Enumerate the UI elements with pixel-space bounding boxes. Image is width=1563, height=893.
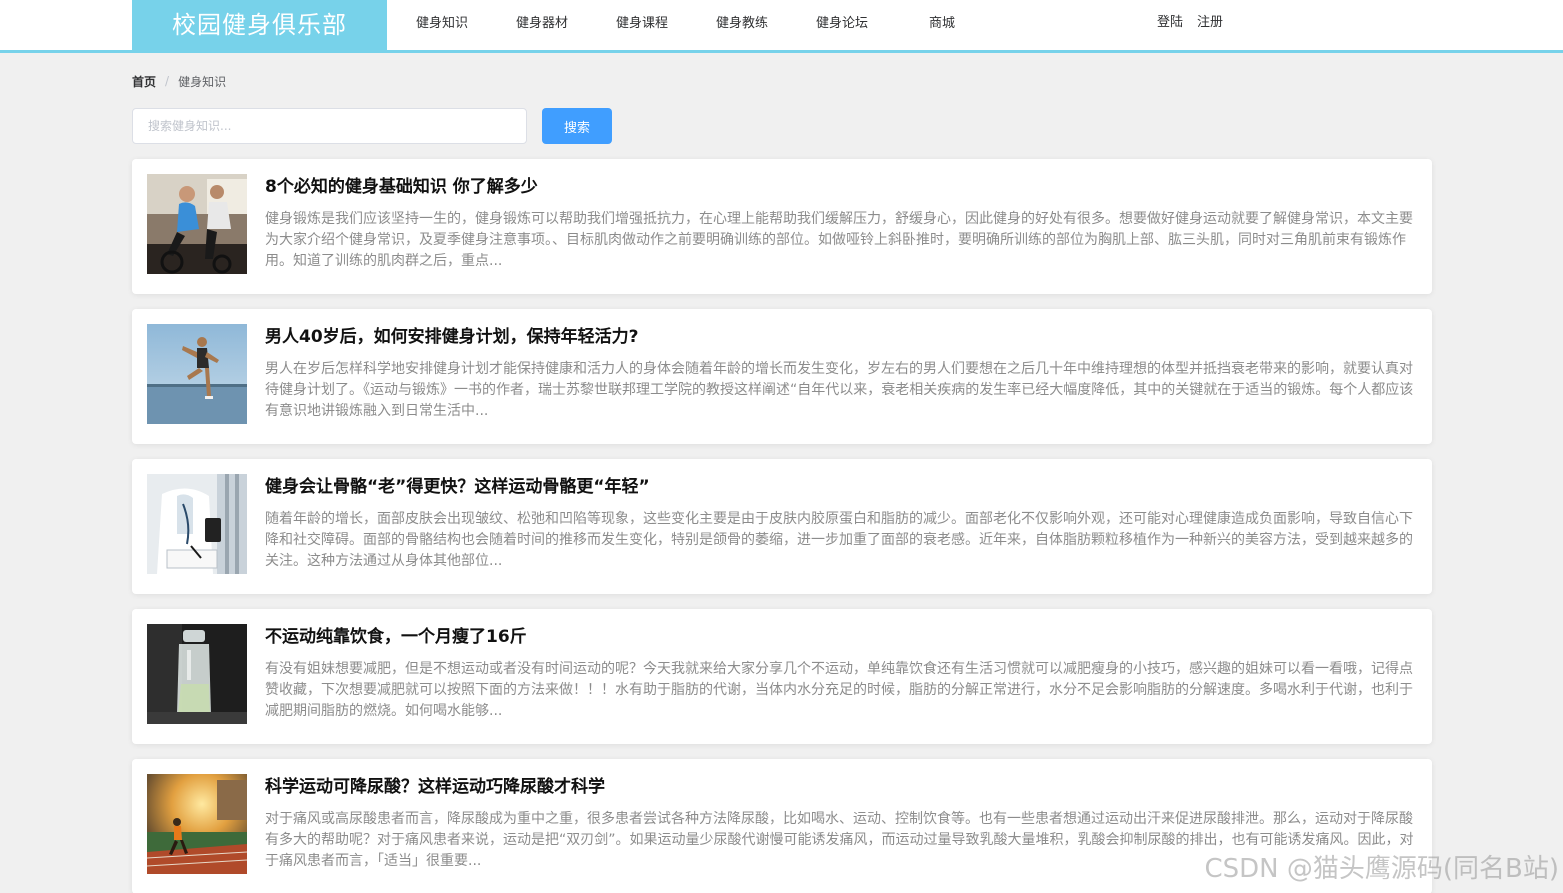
nav-fitness-equipment[interactable]: 健身器材 bbox=[492, 0, 592, 50]
main-nav: 健身知识 健身器材 健身课程 健身教练 健身论坛 商城 bbox=[392, 0, 992, 50]
search-button[interactable]: 搜索 bbox=[542, 108, 612, 144]
article-title[interactable]: 8个必知的健身基础知识 你了解多少 bbox=[265, 174, 1415, 200]
water-bottle-photo bbox=[147, 624, 247, 724]
nav-fitness-coaches[interactable]: 健身教练 bbox=[692, 0, 792, 50]
article-thumbnail[interactable] bbox=[147, 774, 247, 874]
article-title[interactable]: 男人40岁后，如何安排健身计划，保持年轻活力? bbox=[265, 324, 1415, 350]
breadcrumb-current: 健身知识 bbox=[178, 74, 227, 89]
nav-fitness-courses[interactable]: 健身课程 bbox=[592, 0, 692, 50]
article-summary: 有没有姐妹想要减肥，但是不想运动或者没有时间运动的呢？今天我就来给大家分享几个不… bbox=[265, 661, 1413, 719]
article-summary: 男人在岁后怎样科学地安排健身计划才能保持健康和活力人的身体会随着年龄的增长而发生… bbox=[265, 361, 1414, 419]
article-card[interactable]: 科学运动可降尿酸？这样运动巧降尿酸才科学 对于痛风或高尿酸患者而言，降尿酸成为重… bbox=[132, 759, 1432, 893]
breadcrumb-home[interactable]: 首页 bbox=[132, 73, 156, 90]
doctor-writing-photo bbox=[147, 474, 247, 574]
article-list: 8个必知的健身基础知识 你了解多少 健身锻炼是我们应该坚持一生的，健身锻炼可以帮… bbox=[132, 159, 1432, 893]
nav-fitness-knowledge[interactable]: 健身知识 bbox=[392, 0, 492, 50]
article-title[interactable]: 不运动纯靠饮食，一个月瘦了16斤 bbox=[265, 624, 1415, 650]
article-title[interactable]: 科学运动可降尿酸？这样运动巧降尿酸才科学 bbox=[265, 774, 1415, 800]
site-logo[interactable]: 校园健身俱乐部 bbox=[132, 0, 387, 50]
login-link[interactable]: 登陆 bbox=[1157, 0, 1183, 50]
nav-fitness-forum[interactable]: 健身论坛 bbox=[792, 0, 892, 50]
article-card[interactable]: 不运动纯靠饮食，一个月瘦了16斤 有没有姐妹想要减肥，但是不想运动或者没有时间运… bbox=[132, 609, 1432, 744]
search-input[interactable] bbox=[132, 108, 527, 144]
article-card[interactable]: 8个必知的健身基础知识 你了解多少 健身锻炼是我们应该坚持一生的，健身锻炼可以帮… bbox=[132, 159, 1432, 294]
top-header: 校园健身俱乐部 健身知识 健身器材 健身课程 健身教练 健身论坛 商城 登陆 注… bbox=[0, 0, 1563, 53]
register-link[interactable]: 注册 bbox=[1197, 0, 1223, 50]
article-card[interactable]: 健身会让骨骼“老”得更快？这样运动骨骼更“年轻” 随着年龄的增长，面部皮肤会出现… bbox=[132, 459, 1432, 594]
auth-links: 登陆 注册 bbox=[1157, 0, 1223, 50]
breadcrumb-separator: / bbox=[165, 74, 170, 88]
article-thumbnail[interactable] bbox=[147, 324, 247, 424]
track-runner-photo bbox=[147, 774, 247, 874]
article-summary: 随着年龄的增长，面部皮肤会出现皱纹、松弛和凹陷等现象，这些变化主要是由于皮肤内胶… bbox=[265, 511, 1413, 569]
article-title[interactable]: 健身会让骨骼“老”得更快？这样运动骨骼更“年轻” bbox=[265, 474, 1415, 500]
runner-lakeside-photo bbox=[147, 324, 247, 424]
article-thumbnail[interactable] bbox=[147, 174, 247, 274]
article-summary: 对于痛风或高尿酸患者而言，降尿酸成为重中之重，很多患者尝试各种方法降尿酸，比如喝… bbox=[265, 811, 1414, 869]
gym-cycling-photo bbox=[147, 174, 247, 274]
article-summary: 健身锻炼是我们应该坚持一生的，健身锻炼可以帮助我们增强抵抗力，在心理上能帮助我们… bbox=[265, 211, 1413, 269]
nav-shop[interactable]: 商城 bbox=[892, 0, 992, 50]
breadcrumb: 首页 / 健身知识 bbox=[132, 72, 226, 90]
article-thumbnail[interactable] bbox=[147, 474, 247, 574]
article-card[interactable]: 男人40岁后，如何安排健身计划，保持年轻活力? 男人在岁后怎样科学地安排健身计划… bbox=[132, 309, 1432, 444]
article-thumbnail[interactable] bbox=[147, 624, 247, 724]
